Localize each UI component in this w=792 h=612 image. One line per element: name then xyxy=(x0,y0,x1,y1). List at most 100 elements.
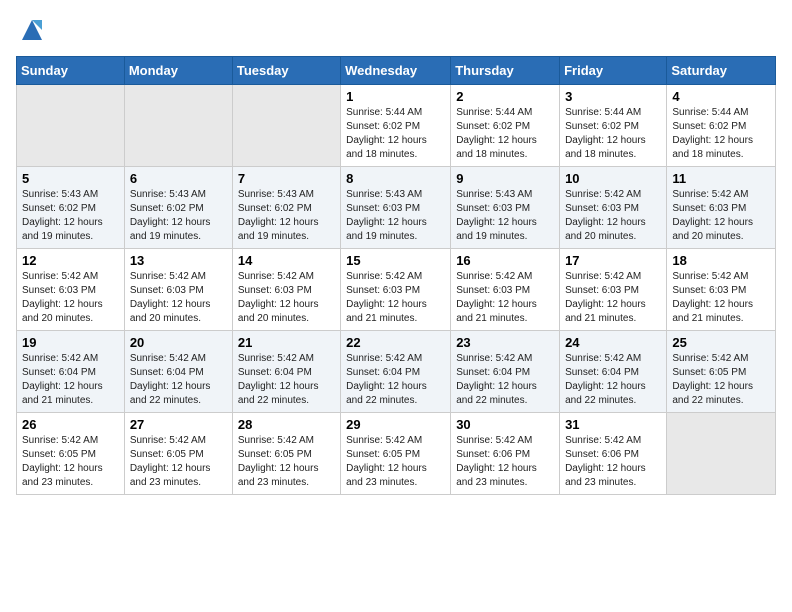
day-number: 23 xyxy=(456,335,554,350)
day-info: Sunrise: 5:42 AM Sunset: 6:03 PM Dayligh… xyxy=(22,270,119,326)
day-info: Sunrise: 5:43 AM Sunset: 6:02 PM Dayligh… xyxy=(238,188,335,244)
day-cell: 24 Sunrise: 5:42 AM Sunset: 6:04 PM Dayli… xyxy=(560,331,667,413)
week-row-5: 26 Sunrise: 5:42 AM Sunset: 6:05 PM Dayli… xyxy=(17,413,776,495)
day-info: Sunrise: 5:42 AM Sunset: 6:03 PM Dayligh… xyxy=(672,188,770,244)
day-info: Sunrise: 5:43 AM Sunset: 6:02 PM Dayligh… xyxy=(130,188,227,244)
day-info: Sunrise: 5:44 AM Sunset: 6:02 PM Dayligh… xyxy=(565,106,661,162)
day-cell: 28 Sunrise: 5:42 AM Sunset: 6:05 PM Dayli… xyxy=(232,413,340,495)
day-cell: 6 Sunrise: 5:43 AM Sunset: 6:02 PM Daylig… xyxy=(124,167,232,249)
day-number: 15 xyxy=(346,253,445,268)
day-cell: 25 Sunrise: 5:42 AM Sunset: 6:05 PM Dayli… xyxy=(667,331,776,413)
day-cell: 1 Sunrise: 5:44 AM Sunset: 6:02 PM Daylig… xyxy=(341,85,451,167)
day-cell: 27 Sunrise: 5:42 AM Sunset: 6:05 PM Dayli… xyxy=(124,413,232,495)
day-info: Sunrise: 5:42 AM Sunset: 6:03 PM Dayligh… xyxy=(565,270,661,326)
day-number: 5 xyxy=(22,171,119,186)
header-cell-wednesday: Wednesday xyxy=(341,57,451,85)
day-number: 18 xyxy=(672,253,770,268)
day-cell xyxy=(667,413,776,495)
day-number: 27 xyxy=(130,417,227,432)
day-cell: 10 Sunrise: 5:42 AM Sunset: 6:03 PM Dayli… xyxy=(560,167,667,249)
day-number: 25 xyxy=(672,335,770,350)
page-header xyxy=(16,16,776,44)
day-info: Sunrise: 5:44 AM Sunset: 6:02 PM Dayligh… xyxy=(346,106,445,162)
day-info: Sunrise: 5:42 AM Sunset: 6:03 PM Dayligh… xyxy=(565,188,661,244)
day-info: Sunrise: 5:43 AM Sunset: 6:03 PM Dayligh… xyxy=(456,188,554,244)
day-cell: 15 Sunrise: 5:42 AM Sunset: 6:03 PM Dayli… xyxy=(341,249,451,331)
day-info: Sunrise: 5:43 AM Sunset: 6:02 PM Dayligh… xyxy=(22,188,119,244)
day-number: 31 xyxy=(565,417,661,432)
day-number: 9 xyxy=(456,171,554,186)
day-cell: 3 Sunrise: 5:44 AM Sunset: 6:02 PM Daylig… xyxy=(560,85,667,167)
day-number: 16 xyxy=(456,253,554,268)
day-cell: 30 Sunrise: 5:42 AM Sunset: 6:06 PM Dayli… xyxy=(451,413,560,495)
day-cell: 19 Sunrise: 5:42 AM Sunset: 6:04 PM Dayli… xyxy=(17,331,125,413)
day-info: Sunrise: 5:42 AM Sunset: 6:05 PM Dayligh… xyxy=(130,434,227,490)
day-number: 29 xyxy=(346,417,445,432)
day-info: Sunrise: 5:42 AM Sunset: 6:03 PM Dayligh… xyxy=(130,270,227,326)
day-cell xyxy=(124,85,232,167)
day-cell: 11 Sunrise: 5:42 AM Sunset: 6:03 PM Dayli… xyxy=(667,167,776,249)
day-number: 22 xyxy=(346,335,445,350)
day-info: Sunrise: 5:42 AM Sunset: 6:06 PM Dayligh… xyxy=(565,434,661,490)
day-number: 10 xyxy=(565,171,661,186)
day-number: 13 xyxy=(130,253,227,268)
day-number: 24 xyxy=(565,335,661,350)
day-number: 11 xyxy=(672,171,770,186)
day-cell: 23 Sunrise: 5:42 AM Sunset: 6:04 PM Dayli… xyxy=(451,331,560,413)
day-number: 7 xyxy=(238,171,335,186)
day-number: 3 xyxy=(565,89,661,104)
day-info: Sunrise: 5:43 AM Sunset: 6:03 PM Dayligh… xyxy=(346,188,445,244)
day-cell: 18Sunrise: 5:42 AM Sunset: 6:03 PM Dayli… xyxy=(667,249,776,331)
day-cell: 13 Sunrise: 5:42 AM Sunset: 6:03 PM Dayli… xyxy=(124,249,232,331)
day-info: Sunrise: 5:44 AM Sunset: 6:02 PM Dayligh… xyxy=(456,106,554,162)
day-info: Sunrise: 5:42 AM Sunset: 6:06 PM Dayligh… xyxy=(456,434,554,490)
day-info: Sunrise: 5:42 AM Sunset: 6:05 PM Dayligh… xyxy=(672,352,770,408)
day-cell xyxy=(232,85,340,167)
day-cell: 9 Sunrise: 5:43 AM Sunset: 6:03 PM Daylig… xyxy=(451,167,560,249)
day-number: 14 xyxy=(238,253,335,268)
day-info: Sunrise: 5:42 AM Sunset: 6:05 PM Dayligh… xyxy=(238,434,335,490)
day-number: 2 xyxy=(456,89,554,104)
calendar-table: SundayMondayTuesdayWednesdayThursdayFrid… xyxy=(16,56,776,495)
day-number: 20 xyxy=(130,335,227,350)
day-info: Sunrise: 5:42 AM Sunset: 6:04 PM Dayligh… xyxy=(565,352,661,408)
day-number: 4 xyxy=(672,89,770,104)
day-number: 30 xyxy=(456,417,554,432)
day-info: Sunrise: 5:42 AM Sunset: 6:03 PM Dayligh… xyxy=(238,270,335,326)
day-number: 6 xyxy=(130,171,227,186)
day-info: Sunrise: 5:44 AM Sunset: 6:02 PM Dayligh… xyxy=(672,106,770,162)
day-info: Sunrise: 5:42 AM Sunset: 6:04 PM Dayligh… xyxy=(346,352,445,408)
day-info: Sunrise: 5:42 AM Sunset: 6:04 PM Dayligh… xyxy=(238,352,335,408)
day-cell: 29 Sunrise: 5:42 AM Sunset: 6:05 PM Dayli… xyxy=(341,413,451,495)
day-info: Sunrise: 5:42 AM Sunset: 6:04 PM Dayligh… xyxy=(130,352,227,408)
header-cell-tuesday: Tuesday xyxy=(232,57,340,85)
day-info: Sunrise: 5:42 AM Sunset: 6:03 PM Dayligh… xyxy=(456,270,554,326)
day-info: Sunrise: 5:42 AM Sunset: 6:04 PM Dayligh… xyxy=(456,352,554,408)
header-cell-sunday: Sunday xyxy=(17,57,125,85)
header-cell-monday: Monday xyxy=(124,57,232,85)
day-number: 1 xyxy=(346,89,445,104)
week-row-2: 5 Sunrise: 5:43 AM Sunset: 6:02 PM Daylig… xyxy=(17,167,776,249)
day-number: 19 xyxy=(22,335,119,350)
day-info: Sunrise: 5:42 AM Sunset: 6:03 PM Dayligh… xyxy=(346,270,445,326)
day-info: Sunrise: 5:42 AM Sunset: 6:04 PM Dayligh… xyxy=(22,352,119,408)
day-number: 28 xyxy=(238,417,335,432)
day-cell xyxy=(17,85,125,167)
day-cell: 8 Sunrise: 5:43 AM Sunset: 6:03 PM Daylig… xyxy=(341,167,451,249)
header-cell-saturday: Saturday xyxy=(667,57,776,85)
day-cell: 26Sunrise: 5:42 AM Sunset: 6:05 PM Dayli… xyxy=(17,413,125,495)
day-number: 26 xyxy=(22,417,119,432)
day-cell: 22 Sunrise: 5:42 AM Sunset: 6:04 PM Dayli… xyxy=(341,331,451,413)
day-cell: 5 Sunrise: 5:43 AM Sunset: 6:02 PM Daylig… xyxy=(17,167,125,249)
day-info: Sunrise: 5:42 AM Sunset: 6:05 PM Dayligh… xyxy=(346,434,445,490)
week-row-4: 19 Sunrise: 5:42 AM Sunset: 6:04 PM Dayli… xyxy=(17,331,776,413)
week-row-1: 1 Sunrise: 5:44 AM Sunset: 6:02 PM Daylig… xyxy=(17,85,776,167)
day-number: 21 xyxy=(238,335,335,350)
day-cell: 20 Sunrise: 5:42 AM Sunset: 6:04 PM Dayli… xyxy=(124,331,232,413)
day-number: 8 xyxy=(346,171,445,186)
day-cell: 4 Sunrise: 5:44 AM Sunset: 6:02 PM Daylig… xyxy=(667,85,776,167)
day-cell: 14 Sunrise: 5:42 AM Sunset: 6:03 PM Dayli… xyxy=(232,249,340,331)
logo xyxy=(16,16,46,44)
day-cell: 7 Sunrise: 5:43 AM Sunset: 6:02 PM Daylig… xyxy=(232,167,340,249)
header-cell-friday: Friday xyxy=(560,57,667,85)
